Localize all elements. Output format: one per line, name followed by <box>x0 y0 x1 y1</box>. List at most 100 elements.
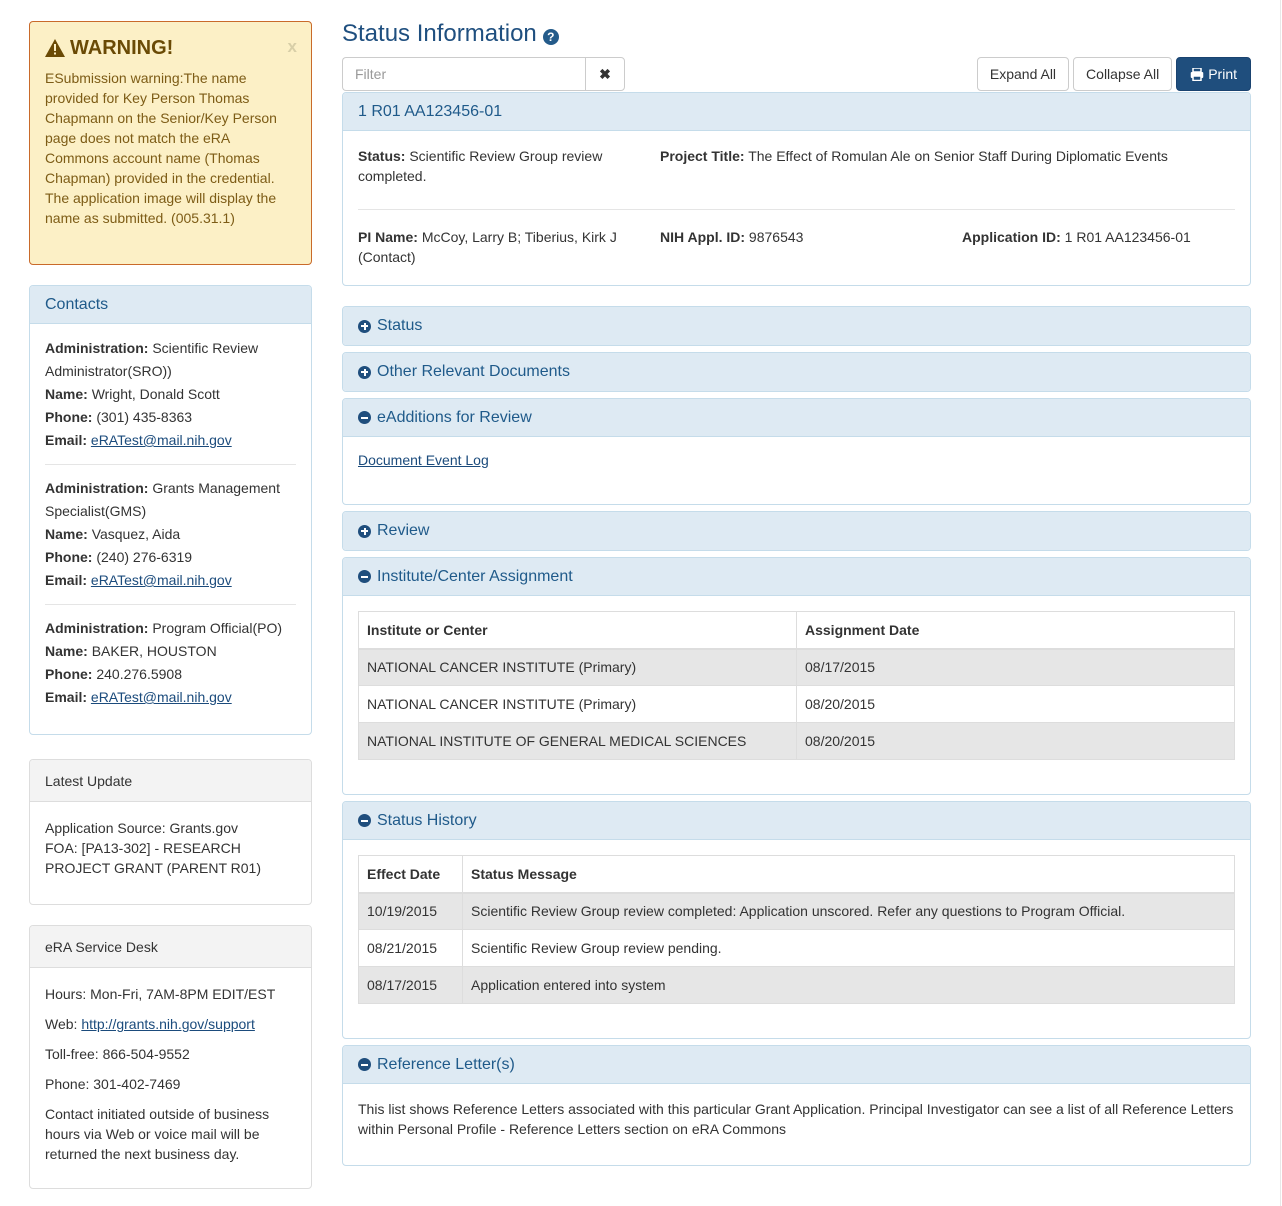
admin-label: Administration: <box>45 340 149 356</box>
status-label: Status: <box>358 148 406 164</box>
institute-cell: NATIONAL CANCER INSTITUTE (Primary) <box>358 648 797 686</box>
name-value: BAKER, HOUSTON <box>91 643 217 659</box>
main-content: Status Information ? ✖ Expand All Collap… <box>342 18 1251 1166</box>
name-label: Name: <box>45 643 88 659</box>
service-tollfree: Toll-free: 866-504-9552 <box>45 1046 190 1062</box>
email-link[interactable]: eRATest@mail.nih.gov <box>91 689 232 705</box>
section-other-documents-toggle[interactable]: Other Relevant Documents <box>343 353 1250 391</box>
status-history-table: Effect Date Status Message 10/19/2015 Sc… <box>358 855 1235 1004</box>
application-row: PI Name: McCoy, Larry B; Tiberius, Kirk … <box>358 227 1235 267</box>
collapse-all-button[interactable]: Collapse All <box>1073 57 1173 91</box>
admin-value: Program Official(PO) <box>152 620 283 636</box>
contact-item: Administration: Program Official(PO) Nam… <box>45 617 296 709</box>
action-buttons: Expand All Collapse All Print <box>976 57 1251 91</box>
toolbar: ✖ Expand All Collapse All Print <box>342 57 1251 91</box>
status-message-cell: Application entered into system <box>462 966 1235 1004</box>
phone-value: (240) 276-6319 <box>96 549 193 565</box>
effect-date-cell: 08/17/2015 <box>358 966 463 1004</box>
help-icon[interactable]: ? <box>542 29 559 45</box>
email-link[interactable]: eRATest@mail.nih.gov <box>91 432 232 448</box>
contacts-panel: Contacts Administration: Scientific Revi… <box>29 285 312 735</box>
warning-title-text: WARNING! <box>70 37 174 59</box>
service-web: Web: http://grants.nih.gov/support <box>45 1014 296 1034</box>
institute-cell: NATIONAL INSTITUTE OF GENERAL MEDICAL SC… <box>358 722 797 760</box>
application-source: Application Source: Grants.gov <box>45 820 238 836</box>
table-row: 08/17/2015 Application entered into syst… <box>358 966 1235 1004</box>
date-cell: 08/17/2015 <box>796 648 1235 686</box>
web-label: Web: <box>45 1016 82 1032</box>
application-id-field: Application ID: 1 R01 AA123456-01 <box>962 227 1201 267</box>
name-label: Name: <box>45 526 88 542</box>
nih-id-field: NIH Appl. ID: 9876543 <box>660 227 962 267</box>
application-id-value: 1 R01 AA123456-01 <box>1064 229 1191 245</box>
section-status-toggle[interactable]: Status <box>343 307 1250 345</box>
section-status: Status <box>342 306 1251 346</box>
section-eadditions: eAdditions for Review Document Event Log <box>342 398 1251 505</box>
phone-label: Phone: <box>45 666 93 682</box>
expand-plus-icon <box>358 524 371 538</box>
admin-label: Administration: <box>45 480 149 496</box>
expand-all-button[interactable]: Expand All <box>976 57 1070 91</box>
application-row: Status: Scientific Review Group review c… <box>358 146 1235 186</box>
table-row: NATIONAL CANCER INSTITUTE (Primary) 08/1… <box>358 648 1235 686</box>
email-link[interactable]: eRATest@mail.nih.gov <box>91 572 232 588</box>
section-other-documents: Other Relevant Documents <box>342 352 1251 392</box>
admin-label: Administration: <box>45 620 149 636</box>
section-eadditions-toggle[interactable]: eAdditions for Review <box>343 399 1250 437</box>
column-header[interactable]: Assignment Date <box>796 611 1235 650</box>
project-title-value: The Effect of Romulan Ale on Senior Staf… <box>748 148 1168 164</box>
warning-title: WARNING! <box>45 36 296 60</box>
section-title: Status History <box>377 811 477 829</box>
collapse-minus-icon <box>358 1058 371 1071</box>
left-sidebar: WARNING! x ESubmission warning:The name … <box>29 21 312 1189</box>
section-title: Reference Letter(s) <box>377 1055 515 1073</box>
section-status-history-toggle[interactable]: Status History <box>343 802 1250 840</box>
project-title-field: Project Title: The Effect of Romulan Ale… <box>660 146 1178 186</box>
page-title-text: Status Information <box>342 20 537 47</box>
service-note: Contact initiated outside of business ho… <box>45 1106 270 1162</box>
column-header[interactable]: Institute or Center <box>358 611 797 650</box>
date-cell: 08/20/2015 <box>796 722 1235 760</box>
status-message-cell: Scientific Review Group review completed… <box>462 892 1235 930</box>
application-id-label: Application ID: <box>962 229 1061 245</box>
status-message-cell: Scientific Review Group review pending. <box>462 929 1235 967</box>
phone-value: 240.276.5908 <box>96 666 182 682</box>
service-desk-panel: eRA Service Desk Hours: Mon-Fri, 7AM-8PM… <box>29 925 312 1189</box>
foa-text: FOA: [PA13-302] - RESEARCH PROJECT GRANT… <box>45 840 262 876</box>
support-link[interactable]: http://grants.nih.gov/support <box>81 1016 255 1032</box>
application-heading: 1 R01 AA123456-01 <box>343 93 1250 131</box>
application-summary-panel: 1 R01 AA123456-01 Status: Scientific Rev… <box>342 92 1251 286</box>
status-field: Status: Scientific Review Group review c… <box>358 146 660 186</box>
print-button[interactable]: Print <box>1176 57 1251 91</box>
clear-filter-button[interactable]: ✖ <box>585 57 625 91</box>
filter-input[interactable] <box>342 57 585 91</box>
email-label: Email: <box>45 572 88 588</box>
page-edge <box>1280 0 1281 1206</box>
section-status-history: Status History Effect Date Status Messag… <box>342 801 1251 1039</box>
print-label: Print <box>1208 66 1237 82</box>
collapse-minus-icon <box>358 814 371 827</box>
name-value: Wright, Donald Scott <box>91 386 220 402</box>
contact-item: Administration: Grants Management Specia… <box>45 477 296 592</box>
nih-id-value: 9876543 <box>748 229 804 245</box>
section-review-toggle[interactable]: Review <box>343 512 1250 550</box>
section-title: Other Relevant Documents <box>377 363 570 380</box>
section-ic-assignment-toggle[interactable]: Institute/Center Assignment <box>343 558 1250 596</box>
effect-date-cell: 08/21/2015 <box>358 929 463 967</box>
phone-label: Phone: <box>45 409 93 425</box>
close-icon[interactable]: x <box>288 37 297 57</box>
section-reference-letters-toggle[interactable]: Reference Letter(s) <box>343 1046 1250 1084</box>
contacts-heading: Contacts <box>30 286 311 324</box>
column-header[interactable]: Effect Date <box>358 855 463 894</box>
name-value: Vasquez, Aida <box>91 526 181 542</box>
service-hours: Hours: Mon-Fri, 7AM-8PM EDIT/EST <box>45 986 276 1002</box>
collapse-minus-icon <box>358 570 371 583</box>
reference-letters-text: This list shows Reference Letters associ… <box>358 1101 1234 1137</box>
name-label: Name: <box>45 386 88 402</box>
divider <box>45 464 296 465</box>
expand-plus-icon <box>358 319 371 333</box>
document-event-log-link[interactable]: Document Event Log <box>358 452 489 468</box>
print-icon <box>1190 67 1204 81</box>
column-header[interactable]: Status Message <box>462 855 1235 894</box>
warning-message: ESubmission warning:The name provided fo… <box>45 70 277 226</box>
